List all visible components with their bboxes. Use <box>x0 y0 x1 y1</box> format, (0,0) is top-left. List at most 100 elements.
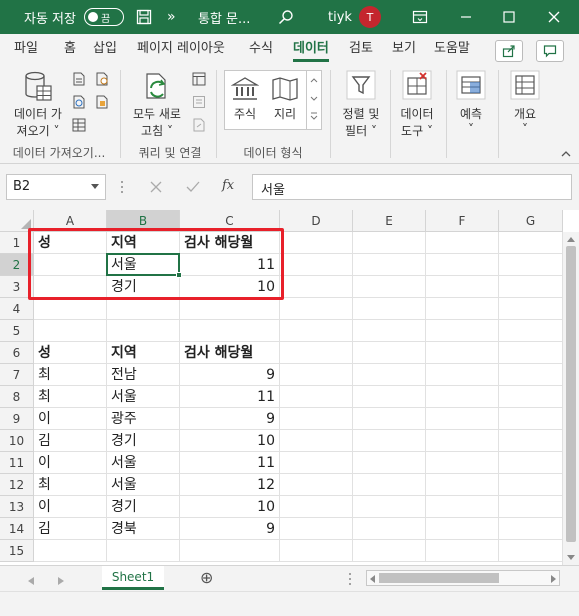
cell-a3[interactable] <box>34 276 107 298</box>
geography-button[interactable]: 지리 <box>266 76 304 122</box>
formula-input[interactable]: 서울 <box>252 174 572 200</box>
cell-b15[interactable] <box>107 540 180 562</box>
data-tools-button[interactable]: 데이터 도구 ˅ <box>394 70 440 139</box>
confirm-entry-icon[interactable] <box>186 181 200 196</box>
ribbon-display-icon[interactable] <box>412 0 428 34</box>
cell-d6[interactable] <box>280 342 353 364</box>
cell-e2[interactable] <box>353 254 426 276</box>
cell-b2[interactable]: 서울 <box>107 254 180 276</box>
cell-a14[interactable]: 김 <box>34 518 107 540</box>
cell-f9[interactable] <box>426 408 499 430</box>
cell-a1[interactable]: 성 <box>34 232 107 254</box>
cell-d14[interactable] <box>280 518 353 540</box>
column-header-a[interactable]: A <box>34 210 107 232</box>
cell-b6[interactable]: 지역 <box>107 342 180 364</box>
cell-d3[interactable] <box>280 276 353 298</box>
row-header-14[interactable]: 14 <box>0 518 34 540</box>
save-icon[interactable] <box>136 0 152 34</box>
cell-c13[interactable]: 10 <box>180 496 280 518</box>
cell-c10[interactable]: 10 <box>180 430 280 452</box>
cell-e15[interactable] <box>353 540 426 562</box>
sort-filter-button[interactable]: 정렬 및 필터 ˅ <box>336 70 386 139</box>
cancel-entry-icon[interactable] <box>150 181 162 196</box>
cell-a5[interactable] <box>34 320 107 342</box>
close-icon[interactable] <box>548 0 560 34</box>
cell-g12[interactable] <box>499 474 563 496</box>
cell-a13[interactable]: 이 <box>34 496 107 518</box>
cell-c5[interactable] <box>180 320 280 342</box>
cell-d9[interactable] <box>280 408 353 430</box>
autosave-toggle[interactable]: 끔 <box>84 0 124 34</box>
row-header-15[interactable]: 15 <box>0 540 34 562</box>
cell-f12[interactable] <box>426 474 499 496</box>
sheet-tab-sheet1[interactable]: Sheet1 <box>102 566 164 590</box>
cell-a10[interactable]: 김 <box>34 430 107 452</box>
tab-help[interactable]: 도움말 <box>434 34 470 64</box>
cell-g13[interactable] <box>499 496 563 518</box>
vertical-scroll-thumb[interactable] <box>566 246 576 542</box>
cell-f11[interactable] <box>426 452 499 474</box>
select-all-corner[interactable] <box>0 210 34 232</box>
cell-f7[interactable] <box>426 364 499 386</box>
row-header-4[interactable]: 4 <box>0 298 34 320</box>
cell-d5[interactable] <box>280 320 353 342</box>
cell-b10[interactable]: 경기 <box>107 430 180 452</box>
cell-a15[interactable] <box>34 540 107 562</box>
cell-a4[interactable] <box>34 298 107 320</box>
row-header-11[interactable]: 11 <box>0 452 34 474</box>
queries-connections-icon[interactable] <box>192 72 206 86</box>
cell-d4[interactable] <box>280 298 353 320</box>
existing-connections-icon[interactable] <box>95 95 109 109</box>
row-header-9[interactable]: 9 <box>0 408 34 430</box>
cell-a2[interactable] <box>34 254 107 276</box>
maximize-icon[interactable] <box>503 0 515 34</box>
cell-g15[interactable] <box>499 540 563 562</box>
from-text-icon[interactable] <box>72 72 86 86</box>
cell-a6[interactable]: 성 <box>34 342 107 364</box>
cell-e12[interactable] <box>353 474 426 496</box>
refresh-all-button[interactable]: 모두 새로 고침 ˅ <box>126 70 188 139</box>
cell-e7[interactable] <box>353 364 426 386</box>
cell-c7[interactable]: 9 <box>180 364 280 386</box>
cell-a8[interactable]: 최 <box>34 386 107 408</box>
cell-a11[interactable]: 이 <box>34 452 107 474</box>
cell-e9[interactable] <box>353 408 426 430</box>
tab-review[interactable]: 검토 <box>349 34 373 64</box>
cell-f4[interactable] <box>426 298 499 320</box>
cell-e8[interactable] <box>353 386 426 408</box>
tab-insert[interactable]: 삽입 <box>93 34 117 64</box>
cell-c4[interactable] <box>180 298 280 320</box>
row-header-5[interactable]: 5 <box>0 320 34 342</box>
account-avatar[interactable]: T <box>359 0 381 34</box>
cell-e5[interactable] <box>353 320 426 342</box>
stocks-button[interactable]: 주식 <box>226 76 264 122</box>
cell-c14[interactable]: 9 <box>180 518 280 540</box>
cell-c6[interactable]: 검사 해당월 <box>180 342 280 364</box>
share-button[interactable] <box>495 40 523 62</box>
column-header-f[interactable]: F <box>426 210 499 232</box>
worksheet-grid[interactable]: A B C D E F G 1 성 지역 검사 해당월 2 서울 11 3 경기 10 4 5 6 성 지역… <box>0 210 579 570</box>
cell-d1[interactable] <box>280 232 353 254</box>
cell-g7[interactable] <box>499 364 563 386</box>
cell-b4[interactable] <box>107 298 180 320</box>
cell-e6[interactable] <box>353 342 426 364</box>
row-header-8[interactable]: 8 <box>0 386 34 408</box>
from-web-icon[interactable] <box>72 95 86 109</box>
row-header-12[interactable]: 12 <box>0 474 34 496</box>
minimize-icon[interactable] <box>460 0 472 34</box>
cell-c12[interactable]: 12 <box>180 474 280 496</box>
row-header-6[interactable]: 6 <box>0 342 34 364</box>
cell-e1[interactable] <box>353 232 426 254</box>
cell-g10[interactable] <box>499 430 563 452</box>
column-header-d[interactable]: D <box>280 210 353 232</box>
column-header-c[interactable]: C <box>180 210 280 232</box>
column-header-e[interactable]: E <box>353 210 426 232</box>
cell-c1[interactable]: 검사 해당월 <box>180 232 280 254</box>
cell-g8[interactable] <box>499 386 563 408</box>
cell-e14[interactable] <box>353 518 426 540</box>
cell-b13[interactable]: 경기 <box>107 496 180 518</box>
cell-c15[interactable] <box>180 540 280 562</box>
tab-home[interactable]: 홈 <box>64 34 76 64</box>
edit-links-icon[interactable] <box>192 118 206 132</box>
insert-function-icon[interactable]: fx <box>222 178 234 193</box>
